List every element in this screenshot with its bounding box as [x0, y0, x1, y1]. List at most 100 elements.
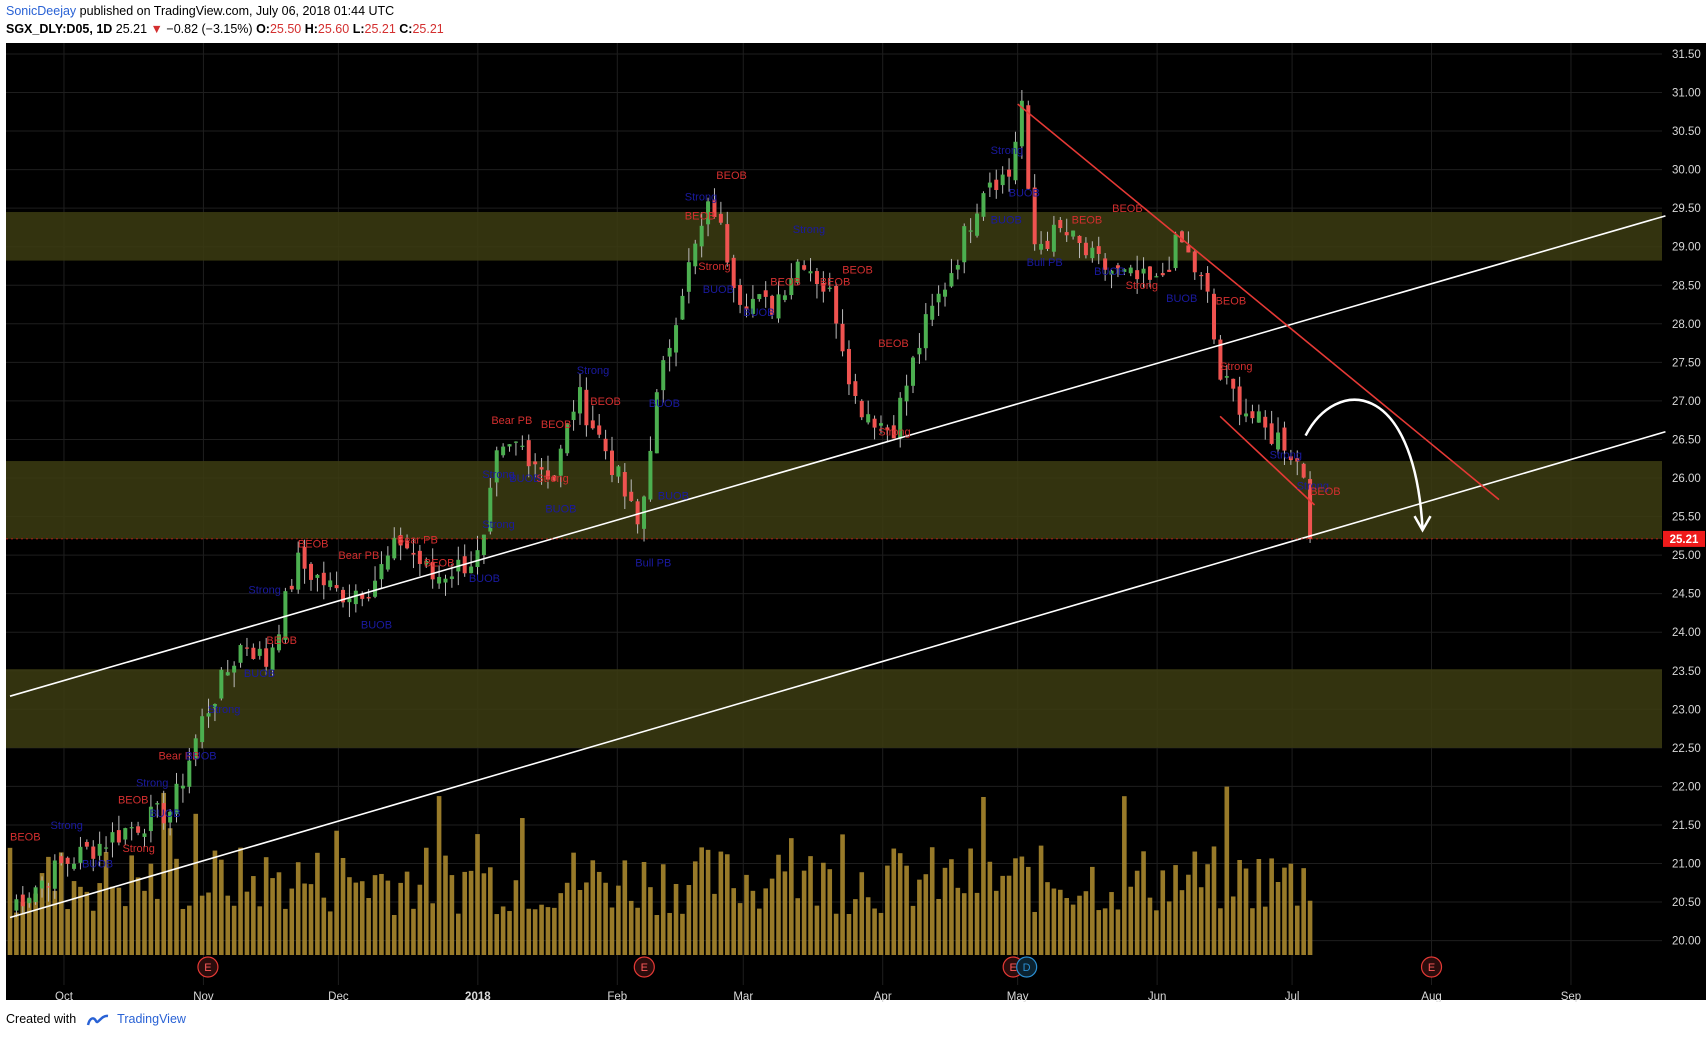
candle-up: [904, 385, 909, 402]
volume-bar: [193, 813, 199, 955]
volume-bar: [603, 882, 608, 955]
y-tick-label: 31.00: [1672, 88, 1701, 100]
volume-bar: [1250, 908, 1255, 955]
signal-label: Strong: [208, 704, 240, 716]
volume-bar: [212, 850, 218, 955]
volume-bar: [686, 884, 692, 955]
time-axis-background[interactable]: [6, 985, 1706, 1000]
y-tick-label: 22.50: [1672, 743, 1701, 755]
volume-bar: [513, 880, 519, 955]
candle-down: [411, 552, 416, 555]
candle-up: [757, 294, 762, 300]
volume-bar: [526, 908, 532, 955]
volume-bar: [648, 887, 653, 955]
candle-up: [1256, 411, 1261, 423]
signal-label: BUOB: [649, 398, 680, 410]
volume-bar: [385, 880, 391, 955]
volume-bar: [1269, 858, 1274, 955]
volume-bar: [443, 855, 448, 955]
price-chart[interactable]: 20.00 20.50 21.00 21.50 22.00 22.50 23.00 23.50…: [0, 42, 1708, 1002]
candle-up: [328, 580, 333, 587]
author-link[interactable]: SonicDeejay: [6, 4, 76, 18]
signal-label: BUOB: [703, 284, 734, 296]
candle-up: [936, 293, 941, 303]
tradingview-link[interactable]: TradingView: [117, 1012, 186, 1026]
volume-bar: [507, 911, 512, 955]
volume-bar: [154, 898, 160, 955]
candle-down: [1096, 246, 1101, 254]
volume-bar: [795, 898, 801, 955]
volume-bar: [1096, 910, 1102, 955]
candle-up: [257, 648, 262, 656]
chart-header: SonicDeejay published on TradingView.com…: [6, 2, 1696, 42]
candle-down: [994, 179, 999, 191]
volume-bar: [859, 872, 865, 955]
created-with-text: Created with: [6, 1012, 77, 1026]
candle-down: [1045, 240, 1050, 249]
signal-label: BEOB: [770, 276, 801, 288]
signal-label: BEOB: [1072, 215, 1103, 227]
volume-bar: [135, 877, 141, 955]
signal-label: Strong: [685, 191, 717, 203]
volume-bar: [97, 883, 102, 955]
candle-down: [1064, 232, 1069, 236]
publish-line: SonicDeejay published on TradingView.com…: [6, 4, 394, 18]
volume-bar: [455, 913, 461, 955]
signal-label: Strong: [1270, 450, 1302, 462]
volume-bar: [449, 875, 455, 955]
x-tick-label: Sep: [1561, 991, 1581, 1002]
candle-up: [353, 590, 358, 605]
candle-up: [200, 716, 205, 743]
candle-up: [1039, 243, 1044, 250]
signal-label: BEOB: [1112, 203, 1143, 215]
candle-up: [481, 534, 486, 556]
volume-bar: [52, 890, 58, 955]
x-tick-label: Apr: [874, 991, 892, 1002]
signal-label: BEOB: [842, 265, 873, 277]
signal-label: BUOB: [361, 619, 392, 631]
support-resistance-zone: [6, 212, 1662, 261]
y-tick-label: 20.00: [1672, 936, 1701, 948]
signal-label: Strong: [122, 843, 154, 855]
marker-label: E: [641, 962, 648, 974]
y-tick-label: 27.50: [1672, 357, 1701, 369]
volume-bar: [961, 893, 967, 955]
volume-bar: [283, 908, 288, 955]
volume-bar: [865, 897, 871, 955]
candle-down: [738, 285, 743, 305]
volume-bar: [737, 903, 743, 955]
volume-bar: [129, 855, 134, 955]
volume-bar: [391, 914, 397, 955]
candle-down: [590, 420, 595, 429]
volume-bar: [769, 878, 775, 955]
candle-down: [539, 467, 544, 470]
volume-bar: [1154, 910, 1159, 955]
close-value: 25.21: [412, 22, 444, 36]
volume-bar: [878, 912, 884, 955]
candle-down: [1192, 251, 1197, 273]
candle-down: [1237, 386, 1242, 415]
signal-label: Strong: [136, 777, 168, 789]
candle-up: [930, 305, 935, 320]
candle-up: [661, 360, 666, 391]
volume-bar: [1019, 856, 1025, 955]
volume-bar: [917, 879, 922, 955]
volume-bar: [635, 907, 640, 955]
signal-label: Bear PB: [397, 535, 438, 547]
signal-label: BUOB: [82, 858, 113, 870]
candle-up: [808, 271, 813, 274]
volume-bar: [295, 862, 301, 955]
volume-bar: [187, 905, 192, 955]
open-label: O:: [256, 22, 270, 36]
x-tick-label: Jul: [1285, 991, 1300, 1002]
candle-up: [571, 411, 576, 421]
last-price: 25.21: [115, 22, 148, 36]
candle-up: [1071, 230, 1076, 237]
volume-bar: [833, 913, 839, 955]
volume-bar: [398, 882, 403, 955]
volume-bar: [609, 907, 615, 955]
volume-bar: [731, 888, 736, 955]
candle-up: [392, 537, 397, 559]
candle-up: [347, 598, 352, 603]
candle-up: [1224, 376, 1229, 378]
